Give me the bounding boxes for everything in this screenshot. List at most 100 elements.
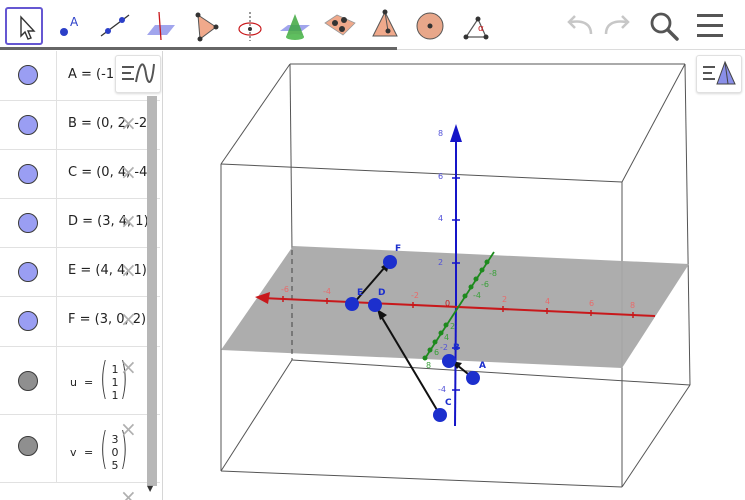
vector-component: 5 bbox=[111, 459, 119, 472]
marble-icon[interactable] bbox=[18, 311, 38, 331]
algebra-input-row[interactable]: × bbox=[0, 483, 160, 500]
vector-component: 1 bbox=[111, 389, 119, 402]
delete-icon[interactable]: × bbox=[120, 211, 137, 231]
marble-icon[interactable] bbox=[18, 213, 38, 233]
algebra-row-d[interactable]: D = (3, 4, 1) × bbox=[0, 199, 160, 248]
cursor-arrow-icon bbox=[20, 15, 36, 40]
visibility-toggle[interactable] bbox=[0, 51, 57, 100]
visibility-toggle[interactable] bbox=[0, 101, 57, 149]
point-c[interactable] bbox=[433, 408, 447, 422]
x-tick-label: 4 bbox=[545, 297, 550, 306]
undo-button[interactable] bbox=[563, 10, 597, 42]
y-tick-label: 4 bbox=[444, 333, 449, 342]
point-b[interactable] bbox=[442, 354, 456, 368]
search-button[interactable] bbox=[648, 10, 682, 42]
polygon-icon bbox=[195, 12, 219, 42]
marble-icon[interactable] bbox=[18, 164, 38, 184]
y-tick-label: 6 bbox=[434, 348, 439, 357]
algebra-row-vector-v[interactable]: v = ( 3 0 5 ) × bbox=[0, 415, 160, 483]
point-tool[interactable]: A bbox=[51, 7, 89, 45]
vector-component: 1 bbox=[111, 363, 119, 376]
move-tool[interactable] bbox=[5, 7, 43, 45]
origin-label: 0 bbox=[445, 299, 450, 308]
graphics-3d-view[interactable]: -6 -4 -2 2 4 6 8 -8 -6 -4 2 4 6 8 8 6 4 … bbox=[164, 51, 745, 500]
delete-icon[interactable]: × bbox=[120, 419, 137, 439]
vector-component: 1 bbox=[111, 376, 119, 389]
graphics-3d-style-icon bbox=[703, 60, 736, 85]
algebra-row-c[interactable]: C = (0, 4, -4 × bbox=[0, 150, 160, 199]
delete-icon[interactable]: × bbox=[120, 309, 137, 329]
algebra-style-bar-button[interactable] bbox=[115, 55, 161, 93]
algebra-view: A = (-1 B = (0, 2, -2 × C = (0, 4, -4 × … bbox=[0, 51, 163, 500]
point-label: D bbox=[378, 288, 385, 298]
y-tick-label: 2 bbox=[450, 322, 455, 331]
vector-component: 0 bbox=[111, 446, 119, 459]
z-tick-label: 2 bbox=[438, 258, 443, 267]
plane-tool[interactable] bbox=[276, 7, 314, 45]
point-d[interactable] bbox=[368, 298, 382, 312]
visibility-toggle[interactable] bbox=[0, 199, 57, 247]
point-a[interactable] bbox=[466, 371, 480, 385]
line-tool[interactable] bbox=[96, 7, 134, 45]
menu-button[interactable] bbox=[695, 10, 729, 42]
redo-button[interactable] bbox=[600, 10, 634, 42]
search-icon bbox=[650, 12, 679, 41]
algebra-row-f[interactable]: F = (3, 0, 2) × bbox=[0, 297, 160, 347]
marble-icon[interactable] bbox=[18, 262, 38, 282]
x-tick-label: 2 bbox=[502, 295, 507, 304]
plane-three-points-tool[interactable] bbox=[321, 7, 359, 45]
vector-v-value[interactable]: v = ( 3 0 5 ) bbox=[70, 427, 150, 477]
y-tick-label: -6 bbox=[481, 280, 489, 289]
redo-icon bbox=[604, 15, 630, 35]
delete-icon[interactable]: × bbox=[120, 113, 137, 133]
geogebra-app: A α A = (-1 B = (0, 2, -2 × C = (0, 4, -… bbox=[0, 0, 745, 500]
rotate-tool[interactable]: α bbox=[456, 7, 494, 45]
point-label: A bbox=[479, 361, 486, 371]
algebra-row-e[interactable]: E = (4, 4, 1) × bbox=[0, 248, 160, 297]
visibility-toggle[interactable] bbox=[0, 248, 57, 296]
left-paren: ( bbox=[100, 353, 108, 404]
z-tick-label: 6 bbox=[438, 172, 443, 181]
circle-axis-icon bbox=[238, 12, 262, 41]
point-icon: A bbox=[60, 15, 79, 36]
marble-icon[interactable] bbox=[18, 436, 38, 456]
marble-icon[interactable] bbox=[18, 371, 38, 391]
rotate-around-point-icon: α bbox=[463, 16, 489, 40]
visibility-toggle[interactable] bbox=[0, 415, 57, 482]
perpendicular-line-tool[interactable] bbox=[141, 7, 179, 45]
visibility-toggle[interactable] bbox=[0, 297, 57, 346]
delete-icon[interactable]: × bbox=[120, 260, 137, 280]
pyramid-tool[interactable] bbox=[366, 7, 404, 45]
point-label: F bbox=[395, 244, 401, 254]
point-f[interactable] bbox=[383, 255, 397, 269]
visibility-toggle[interactable] bbox=[0, 150, 57, 198]
y-tick-label: -4 bbox=[473, 291, 481, 300]
delete-icon[interactable]: × bbox=[120, 162, 137, 182]
marble-icon[interactable] bbox=[18, 65, 38, 85]
delete-icon[interactable]: × bbox=[120, 357, 137, 377]
point-tool-label: A bbox=[70, 15, 79, 29]
sphere-tool[interactable] bbox=[411, 7, 449, 45]
three-points-plane-icon bbox=[324, 14, 356, 36]
left-paren: ( bbox=[100, 423, 108, 474]
vector-name: v bbox=[70, 446, 77, 459]
polygon-tool[interactable] bbox=[186, 7, 224, 45]
algebra-scrollbar-thumb[interactable] bbox=[147, 96, 157, 486]
graphics-style-bar-button[interactable] bbox=[696, 55, 742, 93]
circle-axis-tool[interactable] bbox=[231, 7, 269, 45]
line-icon bbox=[100, 14, 130, 37]
vector-u-value[interactable]: u = ( 1 1 1 ) bbox=[70, 357, 150, 407]
point-e[interactable] bbox=[345, 297, 359, 311]
point-label: E bbox=[357, 288, 363, 298]
point-label: B bbox=[453, 343, 460, 353]
pyramid-icon bbox=[372, 9, 398, 37]
hamburger-menu-icon bbox=[697, 14, 723, 37]
toolbar: A α bbox=[0, 0, 745, 50]
marble-icon[interactable] bbox=[18, 115, 38, 135]
algebra-row-b[interactable]: B = (0, 2, -2 × bbox=[0, 101, 160, 150]
visibility-toggle[interactable] bbox=[0, 347, 57, 414]
delete-icon[interactable]: × bbox=[120, 487, 137, 500]
algebra-row-vector-u[interactable]: u = ( 1 1 1 ) × bbox=[0, 347, 160, 415]
algebra-style-icon bbox=[122, 63, 155, 83]
scroll-down-icon[interactable]: ▼ bbox=[147, 484, 153, 493]
